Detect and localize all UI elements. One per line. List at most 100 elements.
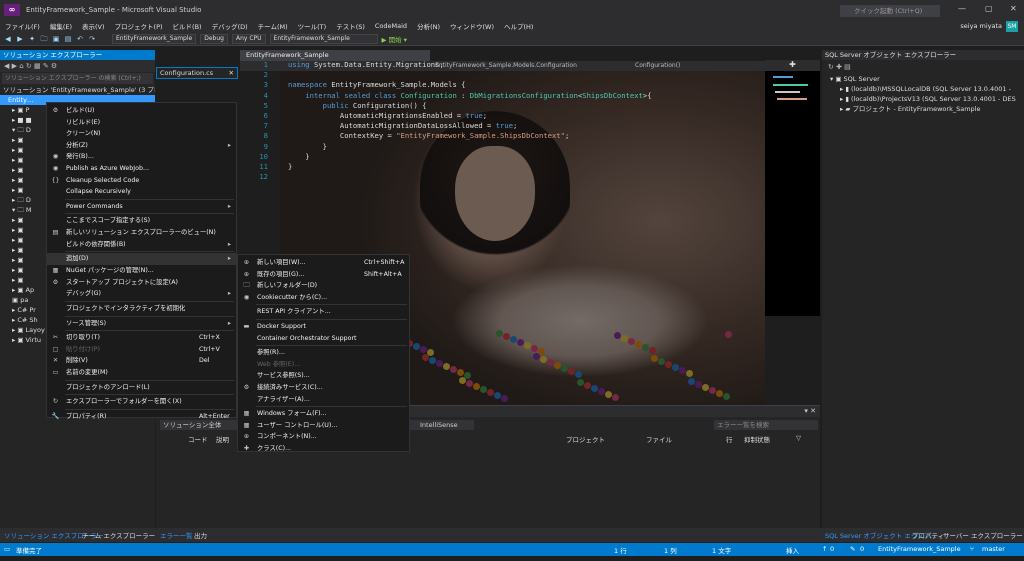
menu-item[interactable]: ✚ クラス(C)... [238, 443, 409, 455]
status-branch[interactable]: master [982, 545, 1005, 553]
error-search-input[interactable]: エラー一覧を検索 [714, 420, 818, 430]
start-button[interactable]: ▶ 開始 ▾ [382, 34, 407, 44]
menu-item[interactable]: Power Commands ▸ [47, 201, 236, 213]
close-icon[interactable]: ✕ [1010, 4, 1017, 13]
sql-server-node[interactable]: ▾ ▣ SQL Server [822, 74, 1024, 84]
menu-item[interactable]: ◉ Publish as Azure WebJob... [47, 163, 236, 175]
close-icon[interactable]: ▾ ✕ [804, 407, 816, 415]
pencil-icon[interactable]: ✎ [850, 545, 855, 553]
menu-item-0[interactable]: ファイル(F) [0, 21, 45, 31]
menu-item[interactable]: 🗀 新しいフォルダー(D) [238, 280, 409, 292]
configuration-combo[interactable]: Debug [200, 33, 228, 44]
undo-icon[interactable]: ↶ [76, 35, 84, 43]
menu-item[interactable]: アナライザー(A)... [238, 394, 409, 406]
menu-item[interactable]: ⚙ ビルド(U) [47, 105, 236, 117]
tab-error-list[interactable]: エラー一覧 [160, 530, 193, 540]
tab-team-explorer[interactable]: チーム エクスプローラー [82, 530, 155, 540]
menu-item[interactable]: サービス参照(S)... [238, 370, 409, 382]
col-project[interactable]: プロジェクト [566, 434, 605, 444]
quick-launch-input[interactable]: クイック起動 (Ctrl+Q) [840, 5, 940, 17]
project-combo[interactable]: EntityFramework_Sample [112, 33, 197, 44]
up-arrow-icon[interactable]: ↑ [822, 545, 827, 553]
menu-item-10[interactable]: 分析(N) [412, 21, 445, 31]
menu-item[interactable]: プロジェクトでインタラクティブを初期化 [47, 303, 236, 315]
save-all-icon[interactable]: ▤ [64, 35, 72, 43]
projectsv13-node[interactable]: ▸ ▮ (localdb)\ProjectsV13 (SQL Server 13… [822, 94, 1024, 104]
menu-item[interactable]: ↻ エクスプローラーでフォルダーを開く(X) [47, 396, 236, 408]
status-pencil-count[interactable]: 0 [860, 545, 864, 553]
menu-item[interactable]: ⊕ 新しい項目(W)... Ctrl+Shift+A [238, 257, 409, 269]
forward-icon[interactable]: ▶ [16, 35, 24, 43]
menu-item-12[interactable]: ヘルプ(H) [499, 21, 538, 31]
menu-item-3[interactable]: プロジェクト(P) [110, 21, 168, 31]
col-suppression[interactable]: 抑制状態 [744, 434, 770, 444]
menu-item-2[interactable]: 表示(V) [77, 21, 110, 31]
menu-item-1[interactable]: 編集(E) [45, 21, 77, 31]
menu-item-6[interactable]: チーム(M) [253, 21, 293, 31]
menu-item[interactable]: ◉ 発行(B)... [47, 151, 236, 163]
menu-item[interactable]: ここまでスコープ指定する(S) [47, 215, 236, 227]
menu-item[interactable]: ⊕ 既存の項目(G)... Shift+Alt+A [238, 269, 409, 281]
menu-item[interactable]: ⊕ コンポーネント(N)... [238, 431, 409, 443]
open-icon[interactable]: 🗀 [40, 35, 48, 43]
startup-project-combo[interactable]: EntityFramework_Sample [269, 33, 378, 44]
menu-item[interactable]: 参照(R)... [238, 347, 409, 359]
filter-icon[interactable]: ▽ [796, 434, 801, 442]
status-up-count[interactable]: 0 [830, 545, 834, 553]
menu-item[interactable]: ソース管理(S) ▸ [47, 318, 236, 330]
back-icon[interactable]: ◀ [4, 35, 12, 43]
minimap[interactable] [765, 71, 820, 316]
menu-item[interactable]: ▦ NuGet パッケージの管理(N)... [47, 265, 236, 277]
menu-item[interactable]: ▬ Docker Support [238, 321, 409, 333]
menu-item[interactable]: リビルド(E) [47, 117, 236, 129]
maximize-icon[interactable]: ▢ [985, 4, 993, 13]
save-icon[interactable]: ▣ [52, 35, 60, 43]
menu-item[interactable]: 🔧 プロパティ(R) Alt+Enter [47, 411, 236, 423]
branch-icon[interactable]: ⑂ [970, 545, 974, 553]
menu-item[interactable]: ▢ 貼り付け(P) Ctrl+V [47, 344, 236, 356]
menu-item-5[interactable]: デバッグ(D) [207, 21, 253, 31]
col-line[interactable]: 行 [726, 434, 733, 444]
project-node[interactable]: ▸ ▰ プロジェクト - EntityFramework_Sample [822, 104, 1024, 114]
menu-item-11[interactable]: ウィンドウ(W) [445, 21, 499, 31]
menu-item[interactable]: REST API クライアント... [238, 306, 409, 318]
menu-item-4[interactable]: ビルド(B) [168, 21, 207, 31]
menu-item-9[interactable]: CodeMaid [370, 22, 412, 30]
menu-item[interactable]: Web 参照(E)... [238, 359, 409, 371]
menu-item[interactable]: プロジェクトのアンロード(L) [47, 382, 236, 394]
col-file[interactable]: ファイル [646, 434, 672, 444]
menu-item[interactable]: Collapse Recursively [47, 186, 236, 198]
menu-item[interactable]: {} Cleanup Selected Code [47, 175, 236, 187]
menu-item[interactable]: ビルドの依存関係(B) ▸ [47, 239, 236, 251]
minimize-icon[interactable]: — [958, 4, 966, 13]
new-project-icon[interactable]: ✦ [28, 35, 36, 43]
menu-item[interactable]: ✂ 切り取り(T) Ctrl+X [47, 332, 236, 344]
menu-item[interactable]: ⚙ スタートアップ プロジェクトに設定(A) [47, 277, 236, 289]
menu-item[interactable]: ◉ Cookiecutter から(C)... [238, 292, 409, 304]
menu-item-8[interactable]: テスト(S) [331, 21, 370, 31]
menu-item[interactable]: 追加(D) ▸ [47, 253, 236, 266]
tab-output[interactable]: 出力 [194, 530, 207, 540]
menu-item[interactable]: デバッグ(G) ▸ [47, 288, 236, 300]
menu-item[interactable]: ▭ 名前の変更(M) [47, 367, 236, 379]
configuration-cs-tab[interactable]: Configuration.cs ✕ [156, 67, 238, 79]
menu-item[interactable]: ▦ ユーザー コントロール(U)... [238, 420, 409, 432]
split-icon[interactable]: ✚ [765, 60, 820, 71]
menu-item[interactable]: Container Orchestrator Support [238, 333, 409, 345]
localdb-node[interactable]: ▸ ▮ (localdb)\MSSQLLocalDB (SQL Server 1… [822, 84, 1024, 94]
menu-item[interactable]: 分析(Z) ▸ [47, 140, 236, 152]
solution-search-input[interactable]: ソリューション エクスプローラー の検索 (Ctrl+;) [2, 73, 153, 84]
redo-icon[interactable]: ↷ [88, 35, 96, 43]
status-project[interactable]: EntityFramework_Sample [878, 545, 961, 553]
tab-properties[interactable]: プロパティ [912, 530, 944, 540]
col-description[interactable]: 説明 [216, 434, 229, 444]
tree-row[interactable]: ソリューション 'EntityFramework_Sample' (3 プロジェ [0, 85, 155, 95]
avatar[interactable]: SM [1006, 21, 1018, 32]
tab-server-explorer[interactable]: サーバー エクスプローラー [943, 530, 1023, 540]
menu-item[interactable]: ⚙ 接続済みサービス(C)... [238, 382, 409, 394]
menu-item[interactable]: クリーン(N) [47, 128, 236, 140]
menu-item[interactable]: ▦ Windows フォーム(F)... [238, 408, 409, 420]
close-icon[interactable]: ✕ [229, 68, 234, 78]
user-name[interactable]: seiya miyata [960, 22, 1002, 30]
platform-combo[interactable]: Any CPU [231, 33, 266, 44]
